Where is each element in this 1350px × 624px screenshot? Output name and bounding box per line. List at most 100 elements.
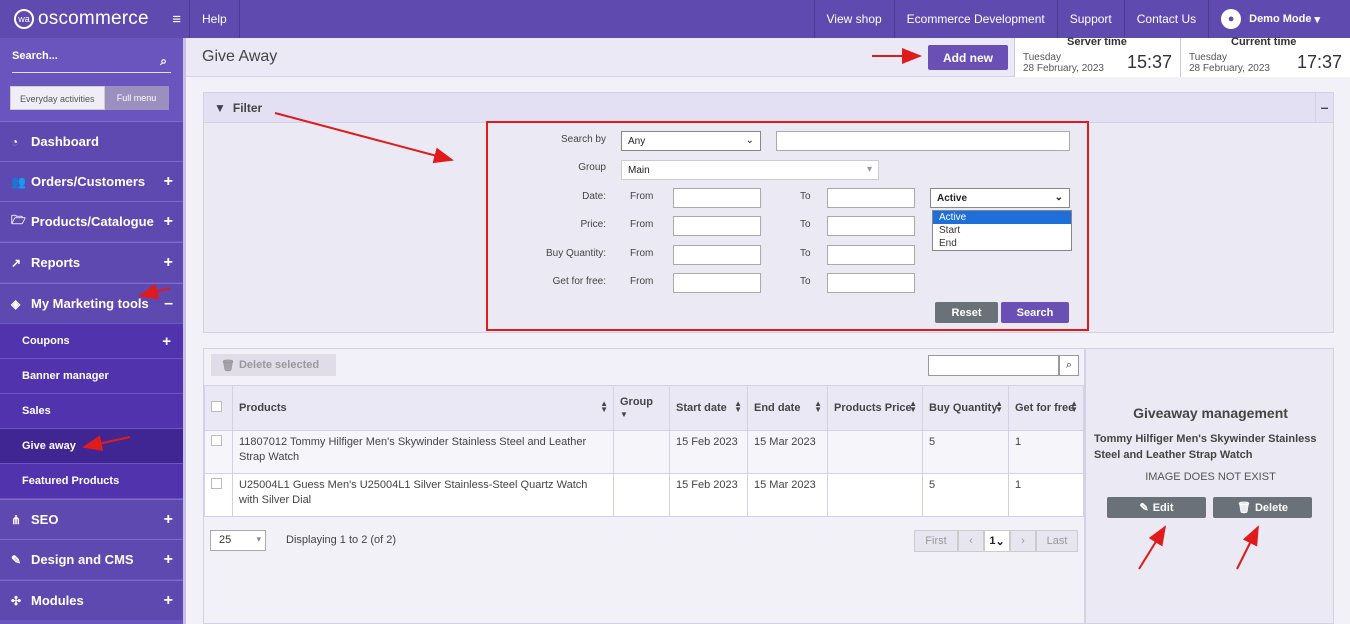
row-price [827,430,923,474]
column-start-date[interactable]: Start date ▲ ▼ [669,385,748,431]
sidebar-subitem-sales[interactable]: Sales [0,393,183,428]
hamburger-icon[interactable]: ≡ [172,11,181,28]
free-from-input[interactable] [673,273,761,293]
current-date: 28 February, 2023 [1189,63,1270,74]
giveaway-table: Products ▲ ▼ Group ▼ Start date ▲ ▼ End date… [204,385,1084,517]
date-from-input[interactable] [673,188,761,208]
chevron-down-icon: ▾ [256,534,261,544]
sidebar-item-dashboard[interactable]: ◔ Dashboard [0,121,183,161]
qty-from-input[interactable] [673,245,761,265]
sidebar-search-input[interactable]: Search... [12,50,58,62]
search-by-label: Search by [560,134,606,145]
column-products[interactable]: Products ▲ ▼ [232,385,614,431]
collapse-button[interactable]: – [1315,93,1333,123]
column-end-date[interactable]: End date ▲ ▼ [747,385,828,431]
last-page-button[interactable]: Last [1036,530,1078,552]
sidebar-subitem-give-away[interactable]: Give away [0,428,183,463]
free-from-label: From [630,276,654,287]
view-shop-link[interactable]: View shop [813,0,894,38]
row-checkbox[interactable] [204,430,233,474]
row-checkbox[interactable] [204,473,233,517]
free-to-input[interactable] [827,273,915,293]
page-title: Give Away [202,48,278,65]
next-page-icon[interactable]: › [1010,530,1036,552]
delete-selected-button[interactable]: 🗑 Delete selected [211,354,336,376]
row-product: U25004L1 Guess Men's U25004L1 Silver Sta… [232,473,614,517]
sidebar-item-reports[interactable]: ↗ Reports + [0,242,183,282]
row-price [827,473,923,517]
column-products-price[interactable]: Products Price ▲ ▼ [827,385,923,431]
row-end-date: 15 Mar 2023 [747,430,828,474]
tab-full-menu[interactable]: Full menu [104,86,169,110]
delete-button[interactable]: 🗑 Delete [1213,497,1312,518]
column-get-for-free[interactable]: Get for free ▲ ▼ [1008,385,1084,431]
sidebar-item-modules[interactable]: ✣ Modules + [0,580,183,620]
sidebar-subitem-coupons[interactable]: Coupons + [0,323,183,358]
grid-search-input[interactable] [928,355,1059,376]
grid-search-icon[interactable]: ⌕ [1059,355,1079,376]
group-select[interactable]: Main ▾ [621,160,879,180]
support-link[interactable]: Support [1056,0,1124,38]
folder-icon: 🗁 [11,213,26,227]
search-text-input[interactable] [776,131,1070,151]
row-start-date: 15 Feb 2023 [669,430,748,474]
sidebar-search[interactable]: Search... ⌕ [0,38,183,78]
sidebar-item-marketing-tools[interactable]: ◈ My Marketing tools – [0,283,183,323]
column-buy-quantity[interactable]: Buy Quantity ▲ ▼ [922,385,1009,431]
pencil-icon: ✎ [1139,502,1149,514]
server-day: Tuesday [1023,52,1061,63]
status-option-active[interactable]: Active [933,211,1071,224]
sidebar-subitem-featured-products[interactable]: Featured Products [0,463,183,498]
select-all-checkbox[interactable] [204,385,233,431]
buy-quantity-label: Buy Quantity: [545,248,606,259]
free-to-label: To [800,276,811,287]
ecommerce-development-link[interactable]: Ecommerce Development [893,0,1057,38]
edit-button[interactable]: ✎ Edit [1107,497,1206,518]
panel-title: Giveaway management [1133,405,1288,421]
sidebar-item-orders-customers[interactable]: 👥 Orders/Customers + [0,161,183,201]
table-row[interactable]: 11807012 Tommy Hilfiger Men's Skywinder … [204,430,1084,474]
status-option-end[interactable]: End [933,237,1071,250]
status-select[interactable]: Active ⌄ [930,188,1070,208]
per-page-select[interactable]: 25 ▾ [210,530,266,551]
tab-everyday-activities[interactable]: Everyday activities [10,86,105,110]
price-from-label: From [630,219,654,230]
first-page-button[interactable]: First [914,530,958,552]
reset-button[interactable]: Reset [935,302,998,323]
search-icon[interactable]: ⌕ [160,54,167,69]
sidebar-item-design-cms[interactable]: ✎ Design and CMS + [0,539,183,579]
sidebar-item-seo[interactable]: ⋔ SEO + [0,499,183,539]
sidebar-subitem-banner-manager[interactable]: Banner manager [0,358,183,393]
search-button[interactable]: Search [1001,302,1069,323]
top-bar: wa oscommerce ≡ Help View shop Ecommerce… [0,0,1350,38]
table-row[interactable]: U25004L1 Guess Men's U25004L1 Silver Sta… [204,473,1084,517]
help-link[interactable]: Help [190,0,240,38]
group-label: Group [578,162,606,173]
filter-header[interactable]: ▼ Filter – [204,93,1333,123]
date-to-input[interactable] [827,188,915,208]
search-by-select[interactable]: Any ⌄ [621,131,761,151]
prev-page-icon[interactable]: ‹ [958,530,984,552]
server-date: 28 February, 2023 [1023,63,1104,74]
status-option-start[interactable]: Start [933,224,1071,237]
qty-to-input[interactable] [827,245,915,265]
column-group[interactable]: Group ▼ [613,385,670,431]
contact-link[interactable]: Contact Us [1123,0,1208,38]
page-select[interactable]: 1 ⌄ [984,530,1010,552]
display-info: Displaying 1 to 2 (of 2) [286,534,397,546]
brand-logo[interactable]: wa oscommerce ≡ [0,0,190,38]
date-label: Date: [582,191,606,202]
date-to-label: To [800,191,811,202]
logo-mark-icon: wa [14,9,34,29]
user-menu[interactable]: ● Demo Mode ▾ [1208,0,1350,38]
add-new-button[interactable]: Add new [928,45,1008,70]
qty-from-label: From [630,248,654,259]
price-from-input[interactable] [673,216,761,236]
user-name: Demo Mode [1249,13,1312,25]
price-to-input[interactable] [827,216,915,236]
row-start-date: 15 Feb 2023 [669,473,748,517]
chevron-down-icon: ⌄ [1054,192,1063,203]
status-dropdown[interactable]: Active Start End [932,210,1072,251]
sidebar-item-products-catalogue[interactable]: 🗁 Products/Catalogue + [0,201,183,241]
current-day: Tuesday [1189,52,1227,63]
